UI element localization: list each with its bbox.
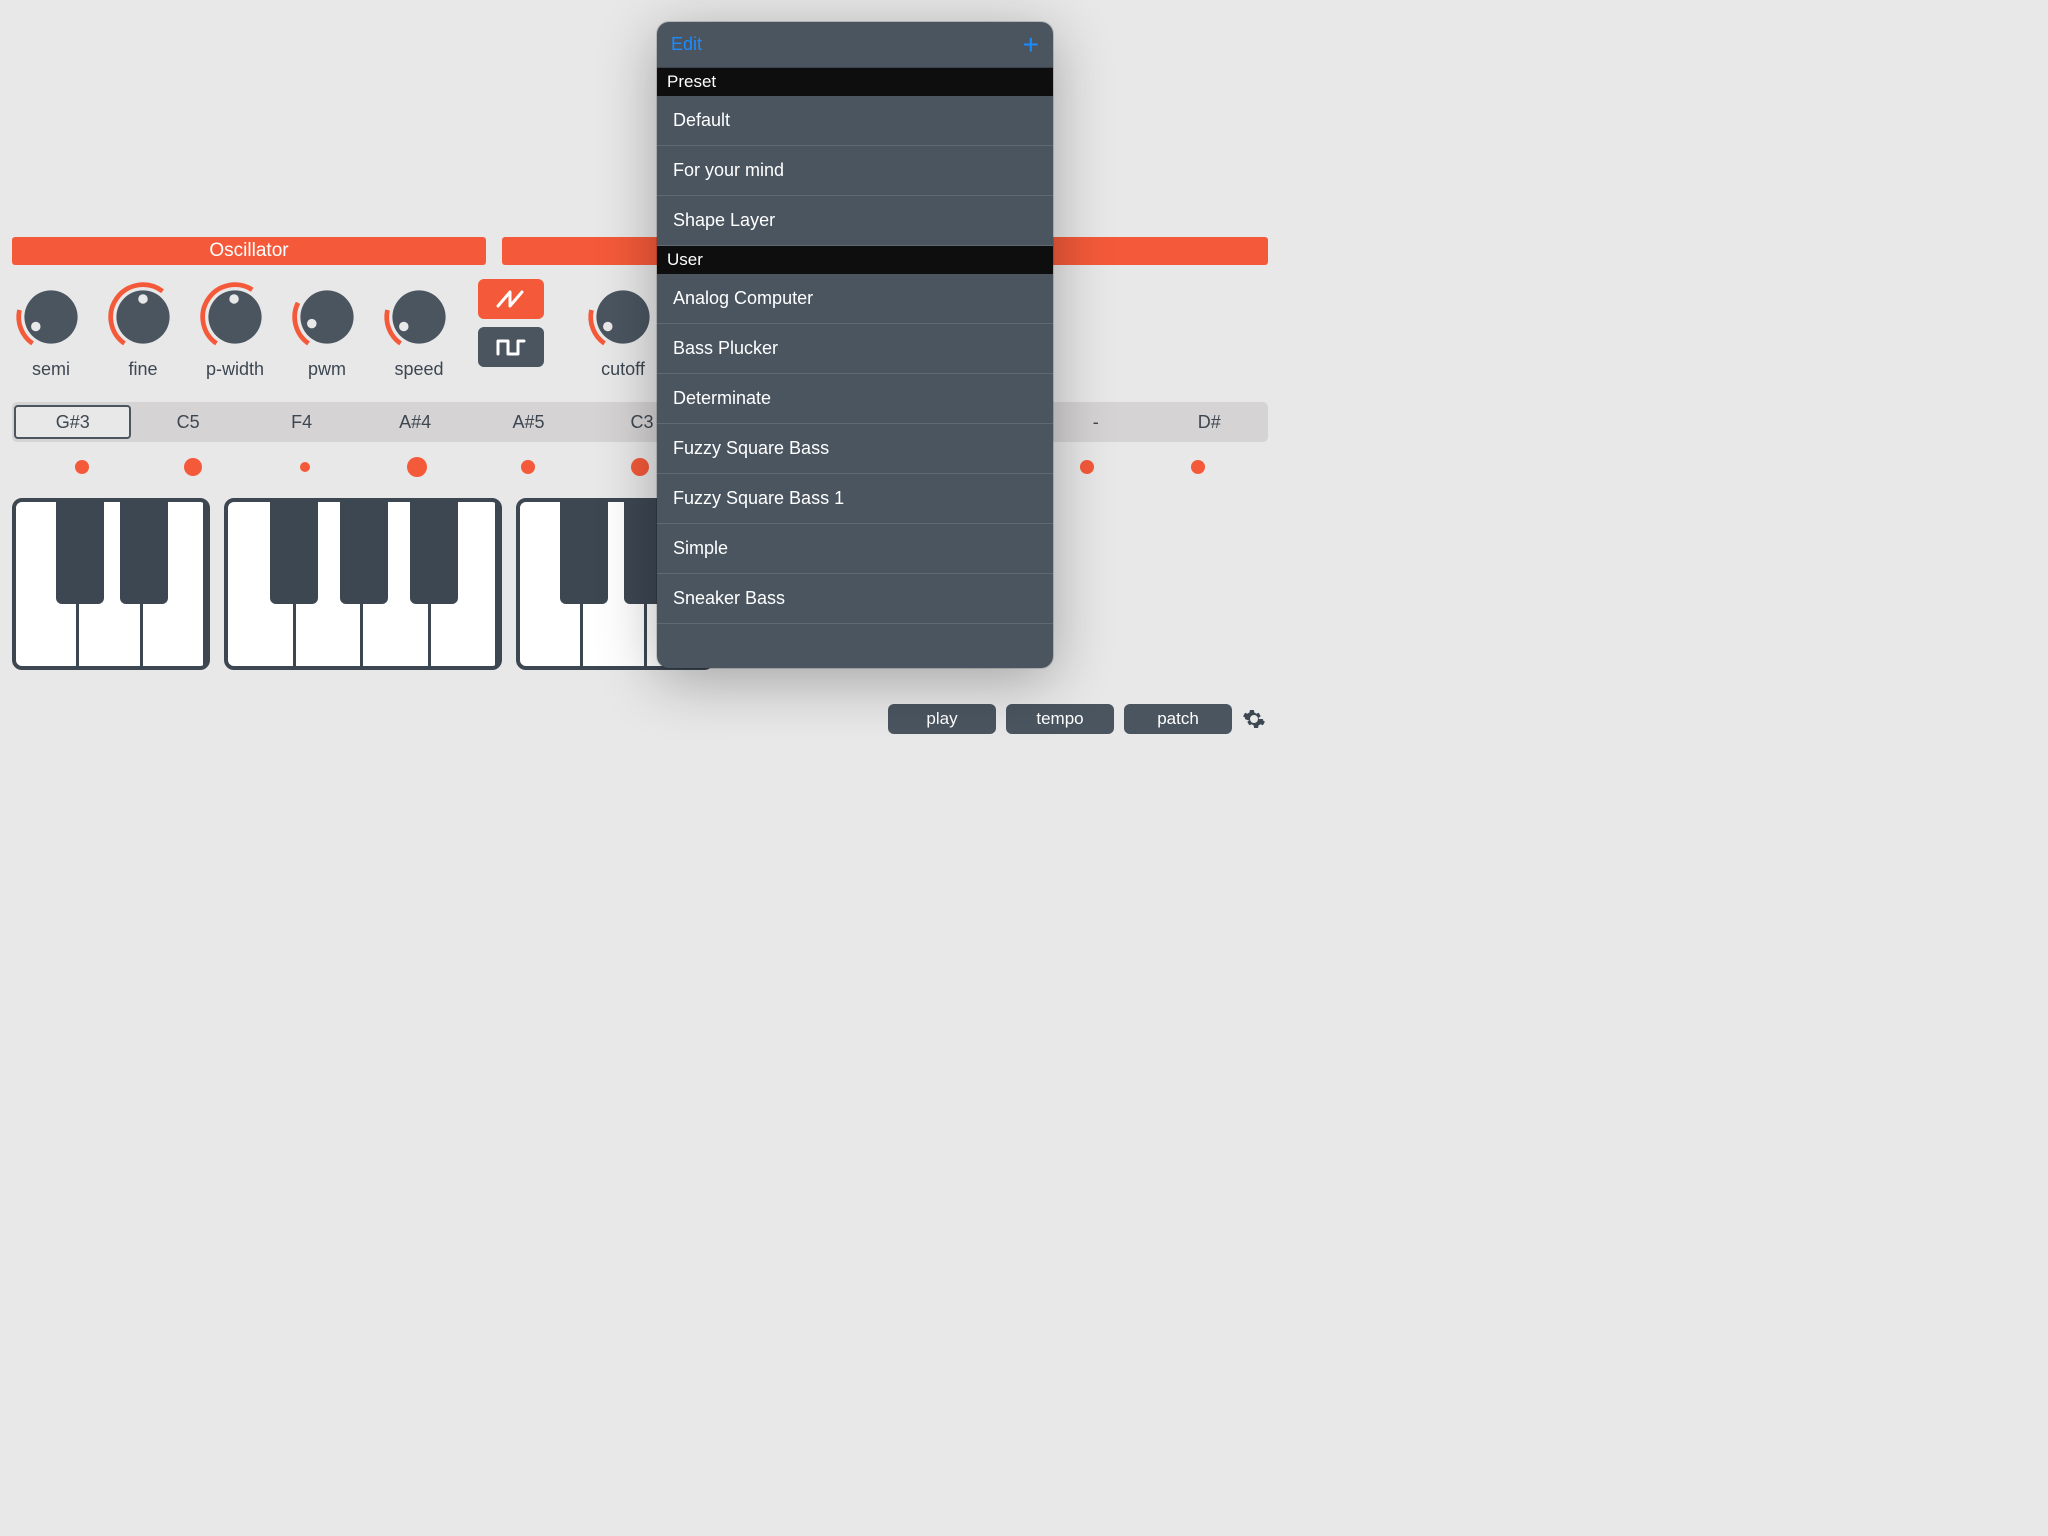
black-key[interactable]	[120, 502, 168, 604]
list-item[interactable]: Bass Plucker	[657, 324, 1053, 374]
knob-semi[interactable]: semi	[12, 279, 90, 380]
footer-controls: play tempo patch	[888, 704, 1266, 734]
keyboard	[12, 498, 1268, 670]
key-group	[224, 498, 502, 670]
wave-square-button[interactable]	[478, 327, 544, 367]
velocity-dot[interactable]	[300, 462, 310, 472]
sequencer-row: G#3 C5 F4 A#4 A#5 C3 C#4 C3 C4 - D#	[12, 402, 1268, 442]
play-button[interactable]: play	[888, 704, 996, 734]
popover-header: Edit +	[657, 22, 1053, 68]
patch-popover: Edit + Preset Default For your mind Shap…	[657, 22, 1053, 668]
list-item[interactable]: Sneaker Bass	[657, 574, 1053, 624]
black-key[interactable]	[410, 502, 458, 604]
wave-saw-button[interactable]	[478, 279, 544, 319]
knob-fine[interactable]: fine	[104, 279, 182, 380]
velocity-dot[interactable]	[631, 458, 649, 476]
velocity-row	[12, 456, 1268, 478]
list-item[interactable]: Fuzzy Square Bass	[657, 424, 1053, 474]
list-item[interactable]: Default	[657, 96, 1053, 146]
edit-button[interactable]: Edit	[671, 34, 702, 55]
velocity-dot[interactable]	[407, 457, 427, 477]
list-item[interactable]: Shape Layer	[657, 196, 1053, 246]
black-key[interactable]	[270, 502, 318, 604]
velocity-dot[interactable]	[184, 458, 202, 476]
knob-speed[interactable]: speed	[380, 279, 458, 380]
knob-pwm[interactable]: pwm	[288, 279, 366, 380]
black-key[interactable]	[56, 502, 104, 604]
list-item[interactable]: For your mind	[657, 146, 1053, 196]
list-item[interactable]: Analog Computer	[657, 274, 1053, 324]
black-key[interactable]	[560, 502, 608, 604]
list-section-preset: Preset	[657, 68, 1053, 96]
knob-cutoff[interactable]: cutoff	[584, 279, 662, 380]
velocity-dot[interactable]	[75, 460, 89, 474]
seq-step-0[interactable]: G#3	[14, 405, 131, 439]
seq-step-1[interactable]: C5	[131, 405, 244, 439]
add-icon[interactable]: +	[1023, 29, 1039, 61]
velocity-dot[interactable]	[1191, 460, 1205, 474]
list-item[interactable]: Simple	[657, 524, 1053, 574]
velocity-dot[interactable]	[1080, 460, 1094, 474]
seq-step-2[interactable]: F4	[245, 405, 358, 439]
knob-pwidth[interactable]: p-width	[196, 279, 274, 380]
tempo-button[interactable]: tempo	[1006, 704, 1114, 734]
seq-step-9[interactable]: -	[1039, 405, 1152, 439]
seq-step-4[interactable]: A#5	[472, 405, 585, 439]
preset-list[interactable]: Preset Default For your mind Shape Layer…	[657, 68, 1053, 668]
list-item[interactable]: Fuzzy Square Bass 1	[657, 474, 1053, 524]
synth-panel: Oscillator semi fine p-width pwm speed	[12, 237, 1268, 670]
patch-button[interactable]: patch	[1124, 704, 1232, 734]
list-item[interactable]: Determinate	[657, 374, 1053, 424]
key-group	[12, 498, 210, 670]
velocity-dot[interactable]	[521, 460, 535, 474]
gear-icon[interactable]	[1242, 707, 1266, 731]
waveform-selector	[478, 279, 544, 367]
section-header-oscillator: Oscillator	[12, 237, 486, 265]
knobs-row: semi fine p-width pwm speed	[12, 279, 1268, 380]
list-section-user: User	[657, 246, 1053, 274]
seq-step-10[interactable]: D#	[1153, 405, 1266, 439]
seq-step-3[interactable]: A#4	[358, 405, 471, 439]
black-key[interactable]	[340, 502, 388, 604]
